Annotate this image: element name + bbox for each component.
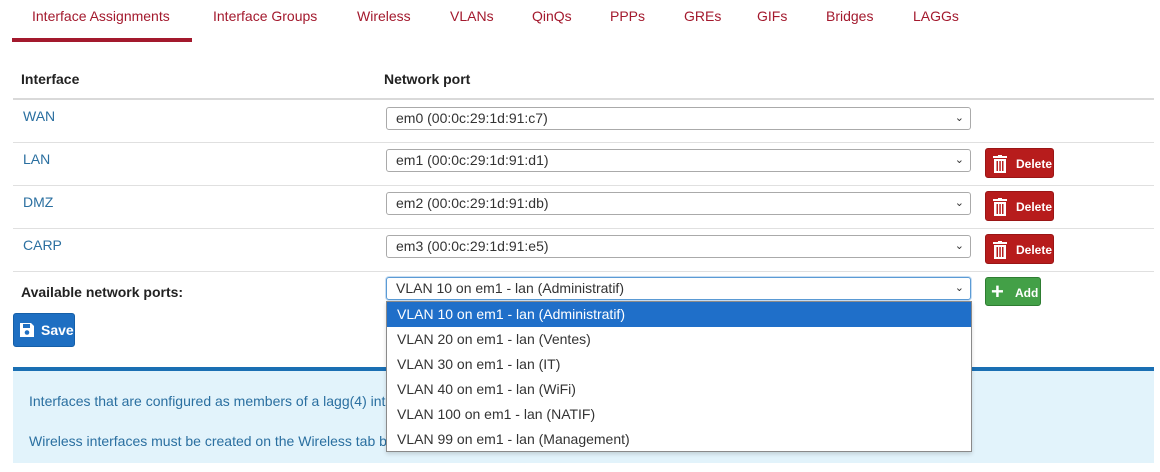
available-ports-select[interactable]: VLAN 10 on em1 - lan (Administratif) ⌄ (386, 277, 971, 300)
tab-vlans[interactable]: VLANs (430, 0, 514, 42)
trash-icon (993, 241, 1007, 259)
delete-button-carp[interactable]: Delete (985, 234, 1054, 264)
dropdown-option[interactable]: VLAN 100 on em1 - lan (NATIF) (387, 402, 971, 427)
interface-link-wan[interactable]: WAN (23, 108, 55, 124)
info-text-wireless: Wireless interfaces must be created on t… (29, 433, 387, 449)
tab-ppps[interactable]: PPPs (590, 0, 665, 42)
save-button-label: Save (41, 322, 74, 338)
table-row: LAN em1 (00:0c:29:1d:91:d1) ⌄ Delete (13, 143, 1154, 186)
trash-icon (993, 155, 1007, 173)
delete-button-label: Delete (1016, 243, 1053, 257)
tab-wireless[interactable]: Wireless (337, 0, 431, 42)
tab-bridges[interactable]: Bridges (806, 0, 893, 42)
delete-button-label: Delete (1016, 200, 1053, 214)
tab-laggs[interactable]: LAGGs (893, 0, 979, 42)
chevron-down-icon: ⌄ (954, 154, 964, 166)
save-button[interactable]: Save (13, 313, 75, 347)
interface-link-carp[interactable]: CARP (23, 237, 62, 253)
table-header: Interface Network port (13, 60, 1154, 100)
floppy-disk-icon (20, 323, 34, 337)
column-header-network-port: Network port (384, 71, 471, 87)
info-text-lagg: Interfaces that are configured as member… (29, 393, 386, 409)
tab-interface-assignments[interactable]: Interface Assignments (12, 0, 192, 42)
select-value: em3 (00:0c:29:1d:91:e5) (396, 238, 549, 254)
chevron-down-icon: ⌄ (954, 240, 964, 252)
interface-link-lan[interactable]: LAN (23, 151, 50, 167)
tab-qinqs[interactable]: QinQs (512, 0, 592, 42)
dropdown-option[interactable]: VLAN 20 on em1 - lan (Ventes) (387, 327, 971, 352)
delete-button-label: Delete (1016, 157, 1053, 171)
tab-gres[interactable]: GREs (664, 0, 741, 42)
chevron-down-icon: ⌄ (954, 282, 964, 294)
network-port-select-lan[interactable]: em1 (00:0c:29:1d:91:d1) ⌄ (386, 149, 971, 172)
plus-icon: + (991, 279, 1004, 304)
dropdown-option[interactable]: VLAN 10 on em1 - lan (Administratif) (387, 302, 971, 327)
available-ports-dropdown-list: VLAN 10 on em1 - lan (Administratif) VLA… (386, 301, 972, 452)
table-row: CARP em3 (00:0c:29:1d:91:e5) ⌄ Delete (13, 229, 1154, 272)
network-port-select-dmz[interactable]: em2 (00:0c:29:1d:91:db) ⌄ (386, 192, 971, 215)
select-value: VLAN 10 on em1 - lan (Administratif) (396, 280, 624, 296)
select-value: em0 (00:0c:29:1d:91:c7) (396, 110, 548, 126)
delete-button-dmz[interactable]: Delete (985, 191, 1054, 221)
tab-gifs[interactable]: GIFs (737, 0, 807, 42)
chevron-down-icon: ⌄ (954, 197, 964, 209)
add-button-label: Add (1015, 286, 1039, 300)
column-header-interface: Interface (21, 71, 80, 87)
delete-button-lan[interactable]: Delete (985, 148, 1054, 178)
add-button[interactable]: + Add (985, 277, 1041, 306)
dropdown-option[interactable]: VLAN 40 on em1 - lan (WiFi) (387, 377, 971, 402)
select-value: em2 (00:0c:29:1d:91:db) (396, 195, 549, 211)
available-ports-label: Available network ports: (21, 284, 184, 300)
interface-link-dmz[interactable]: DMZ (23, 194, 53, 210)
tab-bar: Interface Assignments Interface Groups W… (0, 0, 1160, 42)
network-port-select-carp[interactable]: em3 (00:0c:29:1d:91:e5) ⌄ (386, 235, 971, 258)
dropdown-option[interactable]: VLAN 30 on em1 - lan (IT) (387, 352, 971, 377)
dropdown-option[interactable]: VLAN 99 on em1 - lan (Management) (387, 427, 971, 452)
trash-icon (993, 198, 1007, 216)
chevron-down-icon: ⌄ (954, 112, 964, 124)
tab-interface-groups[interactable]: Interface Groups (193, 0, 337, 42)
network-port-select-wan[interactable]: em0 (00:0c:29:1d:91:c7) ⌄ (386, 107, 971, 130)
select-value: em1 (00:0c:29:1d:91:d1) (396, 152, 549, 168)
table-row: WAN em0 (00:0c:29:1d:91:c7) ⌄ (13, 100, 1154, 143)
table-row: DMZ em2 (00:0c:29:1d:91:db) ⌄ Delete (13, 186, 1154, 229)
